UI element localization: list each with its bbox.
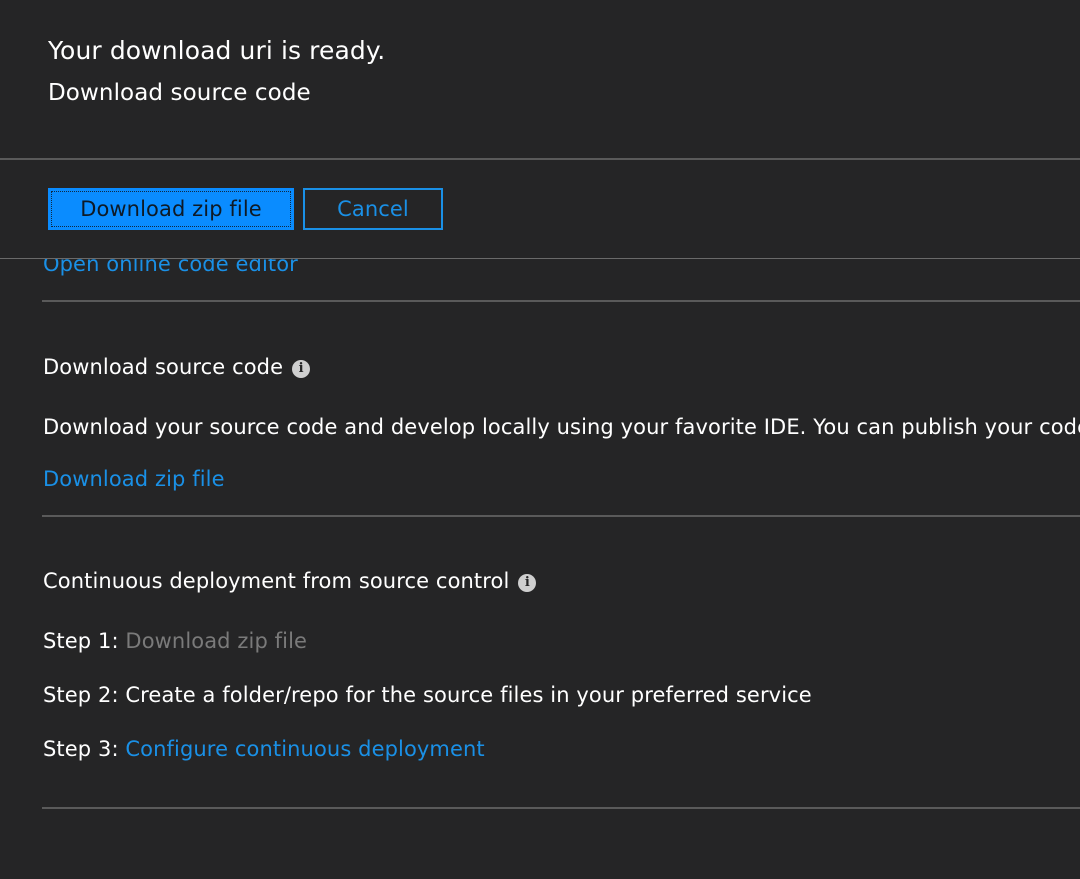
- step-1-disabled-link: Download zip file: [125, 629, 308, 653]
- section-divider: [42, 515, 1080, 517]
- section-divider: [42, 807, 1080, 809]
- dialog-divider: [0, 158, 1080, 160]
- step-3: Step 3: Configure continuous deployment: [43, 737, 485, 761]
- dialog-subtitle: Download source code: [48, 80, 311, 106]
- download-section-title: Download source code: [43, 355, 284, 379]
- dialog-title: Your download uri is ready.: [48, 36, 386, 65]
- step-3-label: Step 3:: [43, 737, 119, 761]
- configure-cd-link[interactable]: Configure continuous deployment: [125, 737, 484, 761]
- step-2: Step 2: Create a folder/repo for the sou…: [43, 683, 812, 707]
- download-zip-button[interactable]: Download zip file: [48, 188, 294, 230]
- step-1: Step 1: Download zip file: [43, 629, 307, 653]
- cancel-button[interactable]: Cancel: [303, 188, 443, 230]
- cd-section-header: Continuous deployment from source contro…: [43, 569, 537, 593]
- info-icon[interactable]: i: [518, 573, 537, 592]
- step-1-label: Step 1:: [43, 629, 119, 653]
- download-section-header: Download source code i: [43, 355, 311, 379]
- info-icon[interactable]: i: [292, 359, 311, 378]
- dialog-border: [0, 258, 1080, 259]
- cd-section-title: Continuous deployment from source contro…: [43, 569, 510, 593]
- download-section-description: Download your source code and develop lo…: [43, 415, 1080, 439]
- download-dialog: Your download uri is ready. Download sou…: [0, 0, 1080, 258]
- download-zip-link[interactable]: Download zip file: [43, 467, 225, 491]
- app-page: Open online code editor Download source …: [0, 0, 1080, 879]
- section-divider: [42, 300, 1080, 302]
